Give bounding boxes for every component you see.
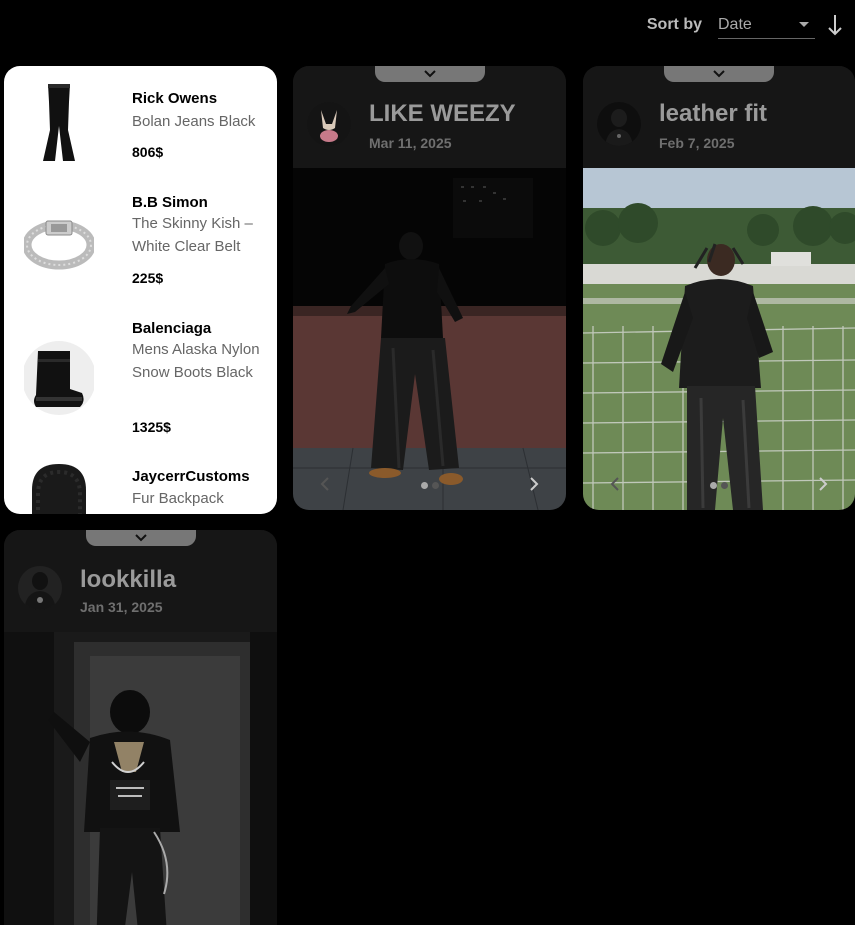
- product-brand: B.B Simon: [132, 194, 208, 211]
- next-slide-button[interactable]: [811, 472, 835, 496]
- photo-scene: [293, 168, 566, 510]
- photo-scene: [583, 168, 855, 510]
- chevron-right-icon: [530, 477, 539, 491]
- product-brand: Rick Owens: [132, 90, 218, 107]
- post-photo[interactable]: [293, 168, 566, 510]
- product-name: The Skinny Kish – White Clear Belt: [132, 215, 253, 255]
- expand-tab[interactable]: [374, 66, 485, 82]
- post-date: Feb 7, 2025: [659, 135, 735, 151]
- sort-label: Sort by: [646, 16, 702, 33]
- slide-dot[interactable]: [721, 482, 728, 489]
- avatar[interactable]: [18, 566, 62, 610]
- product-price: 1325$: [132, 419, 171, 435]
- avatar[interactable]: [307, 102, 351, 146]
- sort-value: Date: [718, 15, 752, 33]
- product-name: Mens Alaska Nylon Snow Boots Black: [132, 341, 260, 381]
- flared-jeans-icon: [24, 82, 94, 164]
- slide-dot[interactable]: [710, 482, 717, 489]
- product-brand: Balenciaga: [132, 320, 212, 337]
- fur-backpack-icon: [24, 464, 94, 514]
- chevron-down-icon: [713, 70, 725, 78]
- previous-slide-button[interactable]: [603, 472, 627, 496]
- sort-select[interactable]: Date: [718, 11, 815, 39]
- chevron-down-icon: [799, 22, 809, 27]
- slide-dot[interactable]: [420, 482, 428, 489]
- next-slide-button[interactable]: [522, 472, 546, 496]
- chevron-down-icon: [423, 70, 436, 78]
- chevron-down-icon: [134, 534, 147, 542]
- product-list-card[interactable]: Rick Owens Bolan Jeans Black 806$ B.B Si…: [4, 66, 277, 514]
- avatar[interactable]: [597, 102, 641, 146]
- post-photo[interactable]: [4, 632, 277, 925]
- snow-boot-icon: [24, 337, 94, 419]
- slide-dot[interactable]: [431, 482, 439, 489]
- slide-indicator: [420, 482, 439, 489]
- product-name: Fur Backpack: [132, 490, 224, 507]
- studded-belt-icon: [24, 200, 94, 282]
- sort-direction-button[interactable]: [825, 13, 845, 37]
- sort-bar: Sort by Date: [647, 10, 845, 40]
- post-photo[interactable]: [583, 168, 855, 510]
- product-price: 225$: [132, 270, 164, 286]
- post-title: lookkilla: [80, 566, 177, 593]
- previous-slide-button[interactable]: [313, 472, 337, 496]
- product-brand: JaycerrCustoms: [132, 468, 250, 485]
- product-name: Bolan Jeans Black: [132, 113, 256, 130]
- post-card[interactable]: lookkilla Jan 31, 2025: [4, 530, 277, 925]
- slide-indicator: [710, 482, 728, 489]
- post-title: leather fit: [659, 100, 768, 127]
- chevron-right-icon: [819, 477, 828, 491]
- chevron-left-icon: [320, 477, 329, 491]
- expand-tab[interactable]: [85, 530, 196, 546]
- expand-tab[interactable]: [664, 66, 774, 82]
- product-price: 806$: [132, 144, 164, 160]
- post-card[interactable]: LIKE WEEZY Mar 11, 2025: [293, 66, 566, 510]
- post-title: LIKE WEEZY: [369, 100, 516, 127]
- post-card[interactable]: leather fit Feb 7, 2025: [583, 66, 855, 510]
- chevron-left-icon: [610, 477, 619, 491]
- arrow-down-icon: [828, 15, 842, 36]
- photo-scene: [4, 632, 277, 925]
- post-date: Mar 11, 2025: [369, 135, 452, 151]
- post-date: Jan 31, 2025: [80, 599, 163, 615]
